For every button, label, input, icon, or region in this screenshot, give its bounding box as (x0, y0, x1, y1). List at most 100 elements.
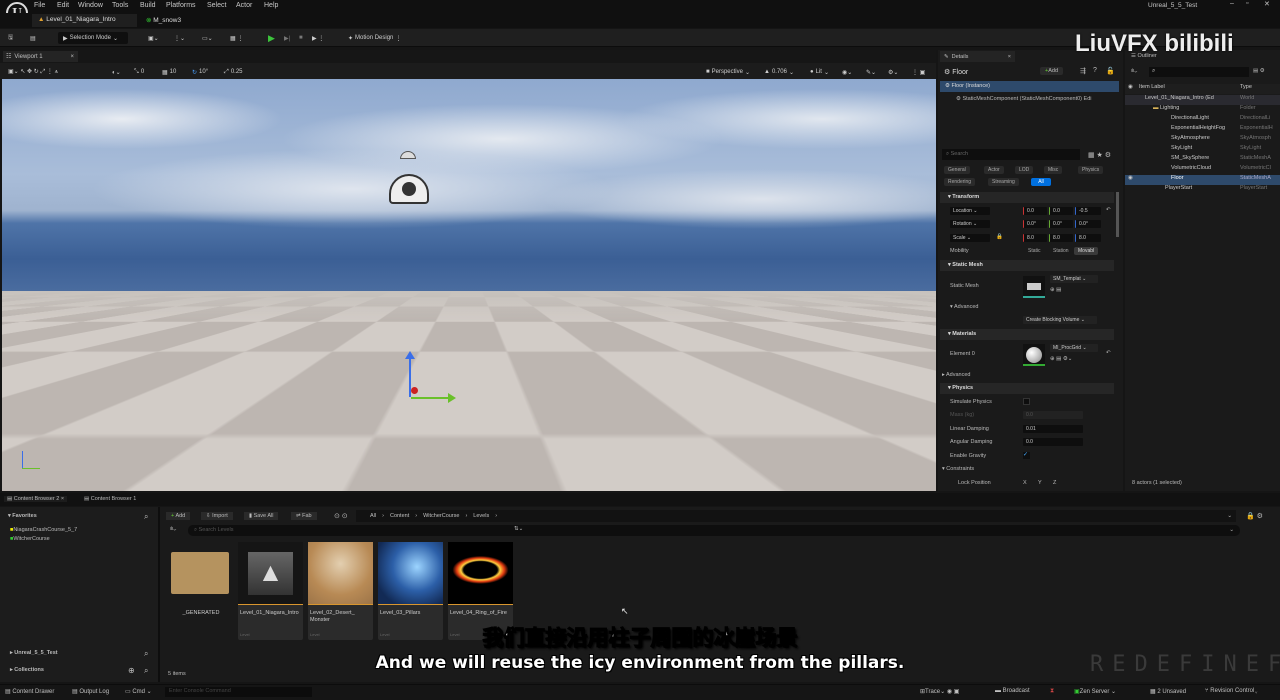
console-input[interactable]: Enter Console Command (165, 687, 312, 697)
section-physics[interactable]: ▾ Physics (940, 383, 1114, 394)
outliner-row[interactable]: VolumetricCloud VolumetricCl (1125, 165, 1280, 175)
lock-z[interactable]: Z (1053, 480, 1056, 486)
zen-server-dropdown[interactable]: ▣Zen Server ⌄ (1074, 688, 1116, 695)
menu-select[interactable]: Select (207, 2, 226, 9)
enable-gravity-checkbox[interactable]: ✓ (1023, 452, 1030, 459)
settings-dropdown[interactable]: ⚙⌄ (888, 66, 898, 78)
add-actor-button[interactable]: ▣⌄ (148, 32, 159, 44)
history-back-icon[interactable]: ⊙ ⊙ (334, 512, 348, 520)
location-y[interactable]: 0.0 (1049, 207, 1073, 215)
outliner-row[interactable]: DirectionalLight DirectionalLi (1125, 115, 1280, 125)
scale-x[interactable]: 8.0 (1023, 234, 1047, 242)
close-tab-icon[interactable]: × (1008, 54, 1011, 60)
blueprint-icon[interactable]: ⇶ (1080, 67, 1086, 75)
minimize-button[interactable]: – (1230, 0, 1234, 7)
gizmo-x-axis[interactable] (411, 387, 418, 394)
outliner-row[interactable]: SM_SkySphere StaticMeshA (1125, 155, 1280, 165)
menu-actor[interactable]: Actor (236, 2, 252, 9)
scale-y[interactable]: 8.0 (1049, 234, 1073, 242)
menu-window[interactable]: Window (78, 2, 103, 9)
location-z[interactable]: -0.5 (1075, 207, 1101, 215)
cmd-dropdown[interactable]: ▭ Cmd ⌄ (125, 688, 152, 695)
outliner-row-selected[interactable]: ◉ Floor StaticMeshA (1125, 175, 1280, 185)
gizmo-y-axis[interactable] (411, 397, 451, 399)
outliner-row[interactable]: Level_01_Niagara_Intro (Ed World (1125, 95, 1280, 105)
content-icon[interactable]: ▤ (30, 32, 36, 44)
filter-actor[interactable]: Actor (984, 166, 1004, 174)
perspective-dropdown[interactable]: ■ Perspective ⌄ (706, 66, 750, 78)
simulate-physics-checkbox[interactable] (1023, 398, 1030, 405)
rotation-x[interactable]: 0.0° (1023, 220, 1047, 228)
stop-button[interactable]: ■ (299, 32, 303, 44)
broadcast-button[interactable]: ▬ Broadcast (995, 688, 1030, 694)
filter-dropdown[interactable]: ⩧⌄ (170, 526, 176, 533)
menu-build[interactable]: Build (140, 2, 156, 9)
gizmo-z-arrow[interactable] (405, 351, 415, 359)
output-log-button[interactable]: ▤ Output Log (72, 688, 109, 695)
snap-grid[interactable]: ▦ 10 (162, 66, 176, 78)
menu-tools[interactable]: Tools (112, 2, 128, 9)
add-component-button[interactable]: +Add (1040, 67, 1064, 75)
show-flags-dropdown[interactable]: ◉⌄ (842, 66, 852, 78)
visibility-icon[interactable]: ◉ (1128, 175, 1133, 181)
chevron-down-icon[interactable]: ⌄ (1229, 527, 1234, 533)
play-button[interactable]: ▶ (268, 32, 275, 44)
lock-x[interactable]: X (1023, 480, 1027, 486)
material-dropdown[interactable]: MI_ProcGrid ⌄ (1050, 344, 1098, 352)
breadcrumb-levels[interactable]: Levels (473, 513, 489, 519)
reset-icon[interactable]: ↶ (1106, 207, 1111, 213)
filter-icon[interactable]: ⩧⌄ (1131, 68, 1137, 75)
scale-dropdown[interactable]: Scale ⌄ (950, 234, 990, 242)
save-all-button[interactable]: ▮ Save All (244, 512, 279, 520)
linear-damping-field[interactable]: 0.01 (1023, 425, 1083, 433)
static-mesh-dropdown[interactable]: SM_Templat ⌄ (1050, 275, 1098, 283)
menu-platforms[interactable]: Platforms (166, 2, 196, 9)
section-transform[interactable]: ▾ Transform (940, 192, 1114, 203)
favorite-folder[interactable]: ■WitcherCourse (10, 536, 50, 542)
sort-dropdown[interactable]: ⇅⌄ (514, 526, 523, 532)
asset-search-input[interactable]: ⌕ Search Levels ⌄ (188, 525, 1240, 536)
component-item[interactable]: ⚙ StaticMeshComponent (StaticMeshCompone… (956, 96, 1091, 102)
filter-all[interactable]: All (1031, 178, 1051, 186)
lock-y[interactable]: Y (1038, 480, 1042, 486)
motion-design-button[interactable]: ✦ Motion Design ⋮ (348, 32, 401, 44)
realtime-dropdown[interactable]: ✎⌄ (866, 66, 876, 78)
layout-button[interactable]: ⋮ ▣ (912, 66, 925, 78)
outliner-row[interactable]: PlayerStart PlayerStart (1125, 185, 1280, 195)
mobility-stationary[interactable]: Station (1049, 247, 1073, 255)
angular-damping-field[interactable]: 0.0 (1023, 438, 1083, 446)
constraints-toggle[interactable]: ▾ Constraints (942, 466, 974, 472)
view-mode-dropdown[interactable]: ● Lit ⌄ (810, 66, 829, 78)
add-button[interactable]: + Add (166, 512, 191, 520)
mobility-static[interactable]: Static (1024, 247, 1045, 255)
chevron-down-icon[interactable]: ⌄ (1227, 513, 1232, 519)
section-materials[interactable]: ▾ Materials (940, 329, 1114, 340)
transform-tools[interactable]: ▣⌄ ↖ ✥ ↻ ⤢ ⋮ ⩚ (8, 66, 58, 78)
component-root[interactable]: ⚙ Floor (Instance) (940, 81, 1119, 92)
mobility-movable[interactable]: Movabl (1074, 247, 1099, 255)
lock-icon[interactable]: 🔒 ⚙ (1246, 512, 1263, 520)
details-search-input[interactable]: ⌕ Search (942, 149, 1080, 160)
breadcrumb-all[interactable]: All (370, 513, 376, 519)
fab-button[interactable]: ⇌ Fab (291, 512, 317, 520)
search-icon[interactable]: ⌕ (144, 512, 148, 522)
fov-dropdown[interactable]: ▲ 0.706 ⌄ (764, 66, 794, 78)
grid-icon[interactable]: ▦ ★ ⚙ (1088, 151, 1111, 159)
rotation-y[interactable]: 0.0° (1049, 220, 1073, 228)
advanced-toggle[interactable]: ▾ Advanced (950, 304, 978, 310)
filter-streaming[interactable]: Streaming (988, 178, 1019, 186)
snap-scale[interactable]: ⤢ 0.25 (224, 66, 243, 78)
filter-general[interactable]: General (944, 166, 970, 174)
close-button[interactable]: ✕ (1264, 0, 1270, 8)
eject-button[interactable]: ▶ ⋮ (312, 32, 324, 44)
outliner-row[interactable]: SkyLight SkyLight (1125, 145, 1280, 155)
filter-lod[interactable]: LOD (1015, 166, 1034, 174)
mesh-thumbnail[interactable] (1023, 276, 1045, 298)
save-icon[interactable]: 🖫 (8, 32, 13, 44)
coordinate-space-button[interactable]: ◐⌄ (112, 66, 121, 78)
details-scrollbar[interactable] (1116, 192, 1119, 237)
scale-z[interactable]: 8.0 (1075, 234, 1101, 242)
outliner-row[interactable]: SkyAtmosphere SkyAtmosph (1125, 135, 1280, 145)
edit-link[interactable]: Edi (1084, 96, 1092, 102)
col-item-label[interactable]: Item Label (1139, 84, 1165, 90)
